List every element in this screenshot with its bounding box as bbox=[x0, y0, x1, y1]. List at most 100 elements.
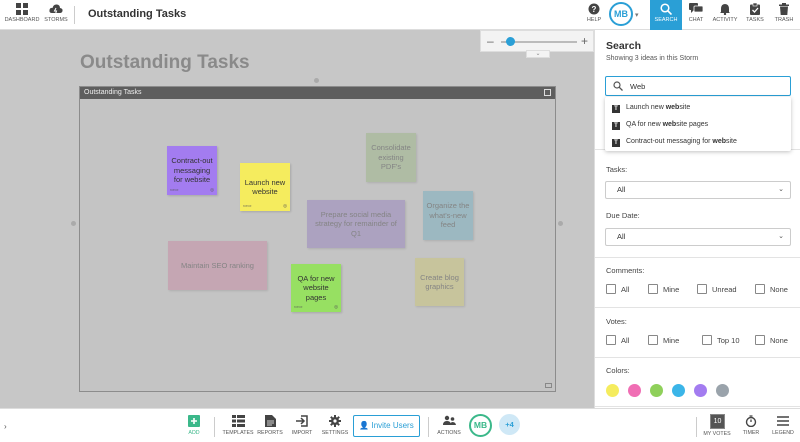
search-result-item[interactable]: T Contract-out messaging for website bbox=[605, 133, 791, 150]
add-label: Add bbox=[188, 430, 200, 436]
votes-mine-checkbox[interactable]: Mine bbox=[648, 335, 679, 346]
idea-note-text: QA for new website pages bbox=[297, 273, 335, 302]
chevron-right-icon[interactable]: › bbox=[4, 422, 7, 431]
idea-note-text: Contract-out messaging for website bbox=[171, 156, 213, 185]
tasks-filter-label: Tasks: bbox=[606, 165, 628, 174]
zoom-collapse-tab[interactable]: ⌄ bbox=[526, 50, 550, 58]
tasks-label: Tasks bbox=[746, 17, 764, 23]
edit-icon[interactable] bbox=[544, 89, 551, 96]
zoom-in-button[interactable]: + bbox=[581, 34, 588, 48]
reports-button[interactable]: Reports bbox=[253, 415, 287, 436]
checkbox-label: None bbox=[770, 336, 788, 345]
invite-users-button[interactable]: 👤 Invite Users bbox=[353, 415, 420, 437]
idea-note[interactable]: Consolidate existing PDF's bbox=[366, 133, 416, 182]
comments-unread-checkbox[interactable]: Unread bbox=[697, 284, 737, 295]
checkbox-box[interactable] bbox=[755, 284, 765, 294]
search-input[interactable] bbox=[630, 80, 780, 93]
more-users-badge[interactable]: +4 bbox=[499, 414, 520, 435]
my-votes-button[interactable]: My Votes bbox=[700, 431, 734, 437]
checkbox-box[interactable] bbox=[648, 335, 658, 345]
result-text-before: QA for new bbox=[626, 121, 663, 128]
search-result-item[interactable]: T Launch new website bbox=[605, 99, 791, 116]
zoom-out-button[interactable]: – bbox=[487, 34, 494, 48]
checkbox-box[interactable] bbox=[606, 284, 616, 294]
clipboard-check-icon bbox=[750, 3, 760, 15]
section-resize-icon[interactable] bbox=[545, 383, 552, 388]
text-idea-icon: T bbox=[612, 139, 620, 147]
actions-button[interactable]: Actions bbox=[432, 415, 466, 436]
timer-button[interactable]: Timer bbox=[734, 415, 768, 436]
checkbox-box[interactable] bbox=[755, 335, 765, 345]
votes-filter-label: Votes: bbox=[606, 317, 627, 326]
checkbox-label: All bbox=[621, 285, 630, 294]
chevron-down-icon[interactable]: ▾ bbox=[635, 11, 639, 19]
color-swatch-gray[interactable] bbox=[716, 384, 729, 397]
help-label: Help bbox=[586, 17, 602, 23]
idea-note[interactable]: Create blog graphics bbox=[415, 258, 464, 306]
add-button[interactable]: Add bbox=[177, 415, 211, 436]
checkbox-label: Mine bbox=[663, 336, 680, 345]
color-swatch-purple[interactable] bbox=[694, 384, 707, 397]
vote-icon: ◎ bbox=[334, 304, 338, 310]
settings-button[interactable]: Settings bbox=[318, 415, 352, 436]
color-swatch-yellow[interactable] bbox=[606, 384, 619, 397]
board-title[interactable]: Outstanding Tasks bbox=[88, 8, 186, 20]
trash-button[interactable]: Trash bbox=[766, 2, 800, 28]
dashboard-button[interactable]: Dashboard bbox=[4, 2, 40, 28]
checkbox-box[interactable] bbox=[697, 284, 707, 294]
idea-note[interactable]: Maintain SEO ranking bbox=[168, 241, 267, 290]
color-swatch-green[interactable] bbox=[650, 384, 663, 397]
idea-note-text: Launch new website bbox=[244, 177, 286, 196]
idea-note[interactable]: Contract-out messaging for website ▭▭ ◎ bbox=[167, 146, 217, 195]
legend-button[interactable]: Legend bbox=[766, 415, 800, 436]
svg-text:?: ? bbox=[592, 5, 597, 14]
section-outstanding-tasks[interactable]: Outstanding Tasks Contract-out messaging… bbox=[79, 86, 556, 392]
comments-none-checkbox[interactable]: None bbox=[755, 284, 788, 295]
idea-note[interactable]: Prepare social media strategy for remain… bbox=[307, 200, 405, 248]
toolbar-divider bbox=[696, 417, 697, 437]
checkbox-box[interactable] bbox=[606, 335, 616, 345]
votes-none-checkbox[interactable]: None bbox=[755, 335, 788, 346]
search-tab-label: Search bbox=[654, 17, 678, 23]
panel-divider bbox=[595, 307, 800, 308]
templates-button[interactable]: Templates bbox=[221, 415, 255, 436]
help-button[interactable]: ? Help bbox=[576, 2, 612, 28]
idea-note[interactable]: QA for new website pages ▭▭ ◎ bbox=[291, 264, 341, 312]
zoom-control[interactable]: – + bbox=[480, 30, 594, 52]
section-handle-left[interactable] bbox=[71, 221, 76, 226]
legend-label: Legend bbox=[772, 430, 794, 436]
comments-filter-label: Comments: bbox=[606, 266, 645, 275]
import-button[interactable]: Import bbox=[285, 415, 319, 436]
votes-top10-checkbox[interactable]: Top 10 bbox=[702, 335, 740, 346]
color-swatch-blue[interactable] bbox=[672, 384, 685, 397]
chevron-down-icon: ⌄ bbox=[778, 233, 784, 240]
idea-note[interactable]: Launch new website ▭▭ ◎ bbox=[240, 163, 290, 211]
zoom-slider-handle[interactable] bbox=[505, 37, 515, 46]
votes-all-checkbox[interactable]: All bbox=[606, 335, 629, 346]
checkbox-box[interactable] bbox=[648, 284, 658, 294]
storms-button[interactable]: Storms bbox=[38, 2, 74, 28]
checkbox-box[interactable] bbox=[702, 335, 712, 345]
user-avatar[interactable]: MB bbox=[609, 2, 633, 26]
invite-users-label: Invite Users bbox=[371, 421, 414, 430]
cloud-icon bbox=[49, 4, 63, 15]
comments-mine-checkbox[interactable]: Mine bbox=[648, 284, 679, 295]
bell-icon bbox=[720, 4, 730, 15]
color-swatch-pink[interactable] bbox=[628, 384, 641, 397]
idea-note[interactable]: Organize the what's-new feed bbox=[423, 191, 473, 240]
tasks-filter-select[interactable]: All ⌄ bbox=[605, 181, 791, 199]
trash-icon bbox=[779, 3, 789, 15]
votes-count-badge[interactable]: 10 bbox=[710, 414, 725, 429]
section-handle-right[interactable] bbox=[558, 221, 563, 226]
result-text-before: Contract-out messaging for bbox=[626, 138, 713, 145]
search-result-item[interactable]: T QA for new website pages bbox=[605, 116, 791, 133]
section-handle-top[interactable] bbox=[314, 78, 319, 83]
search-field[interactable] bbox=[605, 76, 791, 96]
section-header[interactable]: Outstanding Tasks bbox=[80, 87, 555, 99]
trash-label: Trash bbox=[774, 17, 794, 23]
user-avatar[interactable]: MB bbox=[469, 414, 492, 437]
comments-all-checkbox[interactable]: All bbox=[606, 284, 629, 295]
legend-icon bbox=[777, 416, 789, 426]
storm-canvas[interactable]: Outstanding Tasks – + ⌄ Outstanding Task… bbox=[0, 30, 594, 408]
due-date-filter-select[interactable]: All ⌄ bbox=[605, 228, 791, 246]
